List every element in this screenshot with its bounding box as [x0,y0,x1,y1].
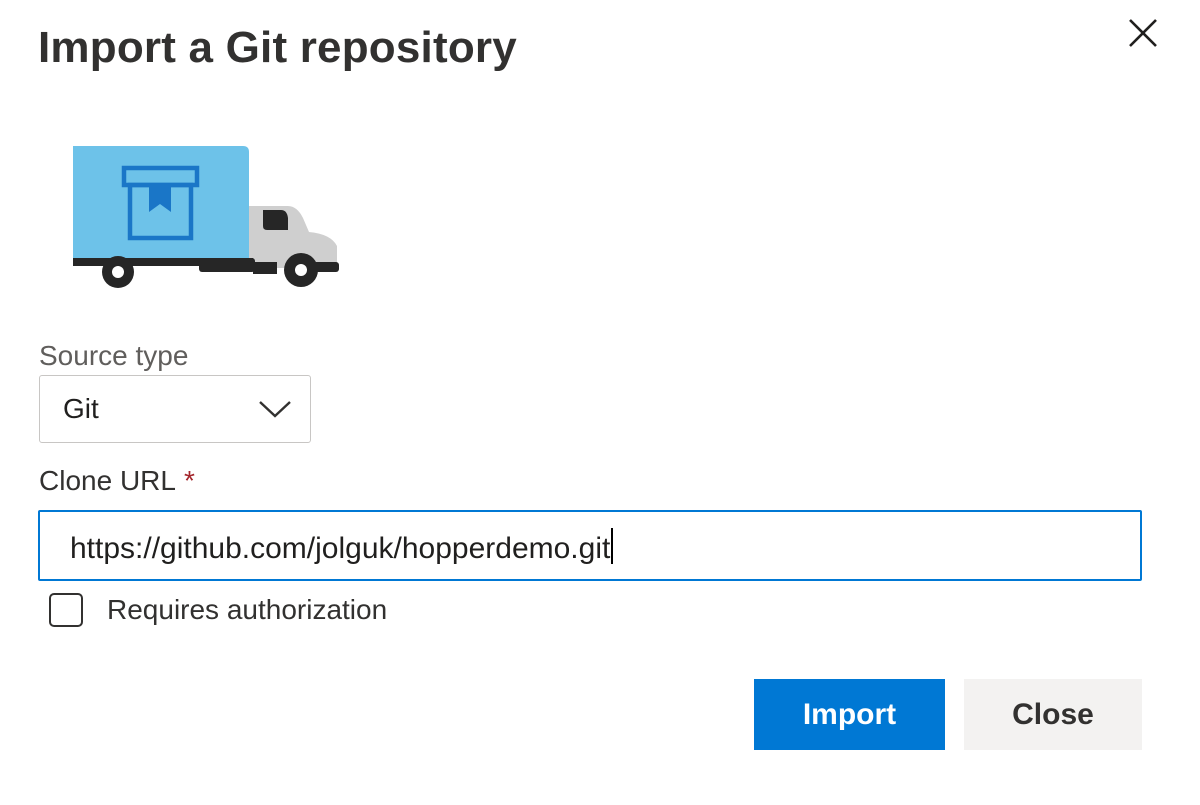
source-type-selected-value: Git [63,393,99,424]
clone-url-label-text: Clone URL [39,465,176,496]
close-button[interactable]: Close [964,679,1142,750]
clone-url-value: https://github.com/jolguk/hopperdemo.git [70,528,614,568]
requires-authorization-row[interactable]: Requires authorization [49,590,387,630]
chevron-down-icon [258,398,292,420]
dialog-title: Import a Git repository [38,23,517,72]
requires-authorization-checkbox[interactable] [49,593,83,627]
clone-url-label: Clone URL * [39,463,195,499]
clone-url-text: https://github.com/jolguk/hopperdemo.git [70,532,611,565]
source-type-dropdown[interactable]: Git [39,375,311,443]
text-caret [611,528,614,564]
close-icon[interactable] [1122,12,1162,52]
required-marker: * [183,465,195,496]
import-button[interactable]: Import [754,679,945,750]
requires-authorization-label: Requires authorization [107,594,388,625]
clone-url-input[interactable]: https://github.com/jolguk/hopperdemo.git [38,510,1142,581]
moving-truck-icon [73,146,341,292]
source-type-label: Source type [39,340,189,371]
import-repository-dialog: Import a Git repository Source type Git … [0,0,1200,805]
